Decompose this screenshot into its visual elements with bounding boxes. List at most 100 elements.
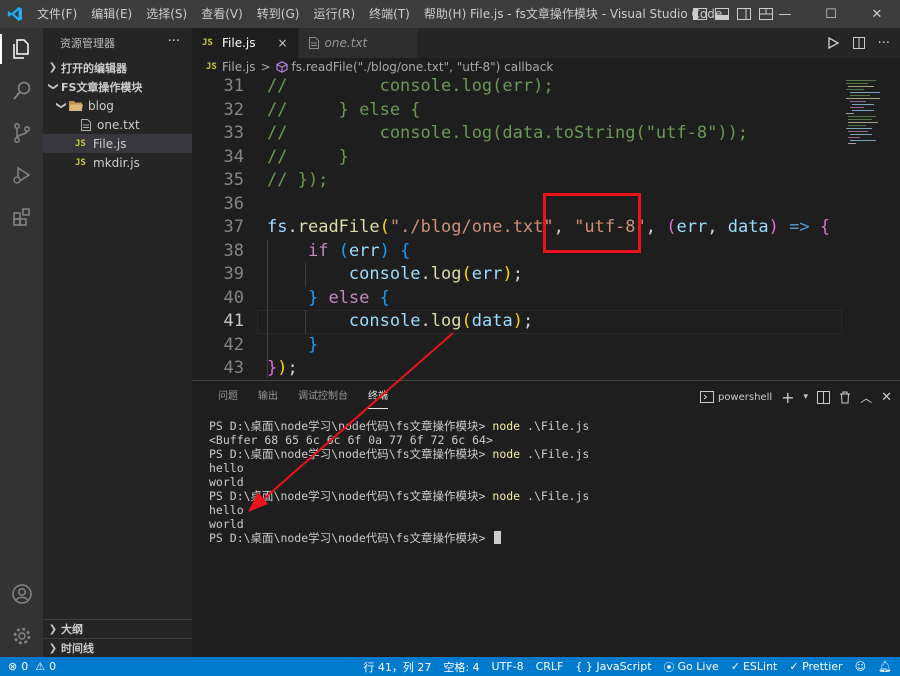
menu-edit[interactable]: 编辑(E) xyxy=(84,0,139,28)
indentation[interactable]: 空格: 4 xyxy=(443,659,479,675)
code-line[interactable]: 42 } xyxy=(192,334,842,358)
feedback-icon[interactable]: ☺ xyxy=(855,660,866,673)
tab-one-txt[interactable]: one.txt xyxy=(298,28,419,58)
tab-terminal[interactable]: 终端 xyxy=(358,381,398,413)
extensions-icon[interactable] xyxy=(0,196,43,238)
error-icon[interactable]: ⊗ xyxy=(8,660,17,673)
outline-label: 大纲 xyxy=(61,623,83,636)
window-controls: — ☐ ✕ xyxy=(762,0,900,28)
line-text: } else { xyxy=(307,287,390,308)
minimap[interactable] xyxy=(842,76,900,378)
code-line[interactable]: 35 // }); xyxy=(192,169,842,193)
timeline-label: 时间线 xyxy=(61,642,94,655)
trash-icon[interactable] xyxy=(839,391,851,404)
toggle-sidebar-icon[interactable] xyxy=(692,6,708,22)
explorer-icon[interactable] xyxy=(0,28,43,70)
tree-item-blog[interactable]: ❯ blog xyxy=(43,96,192,115)
run-file-icon[interactable] xyxy=(826,36,840,50)
prettier-status[interactable]: ✓ Prettier xyxy=(789,660,842,673)
minimap-line xyxy=(846,83,868,84)
line-number: 33 xyxy=(223,123,244,143)
workspace-folder-section[interactable]: ❯ FS文章操作模块 xyxy=(43,77,192,96)
minimap-line xyxy=(848,116,876,117)
code-line[interactable]: 31 // console.log(err); xyxy=(192,76,842,99)
notifications-bell-icon[interactable]: 🔔︎ xyxy=(878,660,892,673)
tree-item-mkdir-js[interactable]: JS mkdir.js xyxy=(43,153,192,172)
more-actions-icon[interactable]: ··· xyxy=(878,36,890,51)
minimap-line xyxy=(852,110,874,111)
warning-count[interactable]: 0 xyxy=(49,660,56,673)
run-debug-icon[interactable] xyxy=(0,154,43,196)
tab-problems[interactable]: 问题 xyxy=(208,381,248,413)
code-editor[interactable]: 31 // console.log(err); 32 // } else {33 // … xyxy=(192,76,842,378)
terminal-selector[interactable]: powershell xyxy=(699,390,772,404)
menu-terminal[interactable]: 终端(T) xyxy=(362,0,417,28)
close-window-icon[interactable]: ✕ xyxy=(854,0,900,28)
close-tab-icon[interactable]: × xyxy=(277,36,287,50)
split-editor-icon[interactable] xyxy=(852,36,866,50)
tree-item-label: blog xyxy=(88,98,114,113)
warning-icon[interactable]: ⚠ xyxy=(35,660,45,673)
minimize-icon[interactable]: — xyxy=(762,0,808,28)
tab-output[interactable]: 输出 xyxy=(248,381,288,413)
breadcrumb-file[interactable]: File.js xyxy=(222,60,255,74)
function-symbol-icon xyxy=(275,61,288,73)
search-icon[interactable] xyxy=(0,70,43,112)
eslint-status[interactable]: ✓ ESLint xyxy=(731,660,778,673)
tree-item-one-txt[interactable]: one.txt xyxy=(43,115,192,134)
toggle-secondary-sidebar-icon[interactable] xyxy=(736,6,752,22)
menu-file[interactable]: 文件(F) xyxy=(30,0,84,28)
minimap-line xyxy=(848,131,868,132)
js-file-icon: JS xyxy=(75,138,86,149)
open-editors-label: 打开的编辑器 xyxy=(61,61,127,75)
menu-help[interactable]: 帮助(H) xyxy=(417,0,473,28)
more-actions-icon[interactable]: ··· xyxy=(168,34,180,49)
go-live-button[interactable]: ⦿ Go Live xyxy=(664,659,719,675)
line-number: 32 xyxy=(223,99,244,120)
code-line[interactable]: 34 // } xyxy=(192,146,842,170)
js-file-icon: JS xyxy=(206,62,217,72)
encoding[interactable]: UTF-8 xyxy=(492,660,524,673)
source-control-icon[interactable] xyxy=(0,112,43,154)
split-terminal-icon[interactable] xyxy=(817,390,831,404)
breadcrumb-symbol[interactable]: fs.readFile("./blog/one.txt", "utf-8") c… xyxy=(292,60,554,74)
outline-section[interactable]: ❯ 大纲 xyxy=(43,619,192,638)
maximize-icon[interactable]: ☐ xyxy=(808,0,854,28)
code-line[interactable]: 37 fs.readFile("./blog/one.txt", "utf-8",… xyxy=(192,216,842,240)
menu-run[interactable]: 运行(R) xyxy=(306,0,362,28)
accounts-icon[interactable] xyxy=(0,573,43,615)
toggle-panel-icon[interactable] xyxy=(714,6,730,22)
explorer-header: 资源管理器 ··· xyxy=(43,28,192,58)
terminal-output[interactable]: PS D:\桌面\node学习\node代码\fs文章操作模块> node .\… xyxy=(209,419,889,545)
minimap-line xyxy=(846,98,880,99)
maximize-panel-icon[interactable]: ︿ xyxy=(860,389,872,406)
terminal-line: world xyxy=(209,475,244,489)
code-line[interactable]: 33 // console.log(data.toString("utf-8"))… xyxy=(192,122,842,146)
line-text: // } else { xyxy=(267,99,421,120)
go-live-label: Go Live xyxy=(677,660,719,673)
code-line[interactable]: 41 console.log(data); xyxy=(192,310,842,334)
code-line[interactable]: 40 } else { xyxy=(192,287,842,311)
code-line[interactable]: 43}); xyxy=(192,357,842,378)
tree-item-file-js[interactable]: JS File.js xyxy=(43,134,192,153)
code-line[interactable]: 32 // } else { xyxy=(192,99,842,123)
close-panel-icon[interactable]: ✕ xyxy=(881,390,892,405)
cursor-position[interactable]: 行 41，列 27 xyxy=(363,659,431,675)
timeline-section[interactable]: ❯ 时间线 xyxy=(43,638,192,657)
language-mode[interactable]: { } JavaScript xyxy=(575,660,651,673)
open-editors-section[interactable]: ❯ 打开的编辑器 xyxy=(43,58,192,77)
menu-selection[interactable]: 选择(S) xyxy=(139,0,194,28)
tab-debug-console[interactable]: 调试控制台 xyxy=(288,381,358,413)
settings-gear-icon[interactable] xyxy=(0,615,43,657)
code-line[interactable]: 39 console.log(err); xyxy=(192,263,842,287)
code-line[interactable]: 38 if (err) { xyxy=(192,240,842,264)
chevron-down-icon[interactable]: ▾ xyxy=(804,392,809,402)
menu-view[interactable]: 查看(V) xyxy=(194,0,250,28)
error-count[interactable]: 0 xyxy=(21,660,28,673)
panel-tabs: 问题 输出 调试控制台 终端 xyxy=(192,381,398,413)
tab-file-js[interactable]: JS File.js × xyxy=(192,28,299,58)
new-terminal-icon[interactable]: + xyxy=(781,388,794,407)
code-line[interactable]: 36 xyxy=(192,193,842,217)
end-of-line[interactable]: CRLF xyxy=(536,660,564,673)
menu-go[interactable]: 转到(G) xyxy=(250,0,307,28)
